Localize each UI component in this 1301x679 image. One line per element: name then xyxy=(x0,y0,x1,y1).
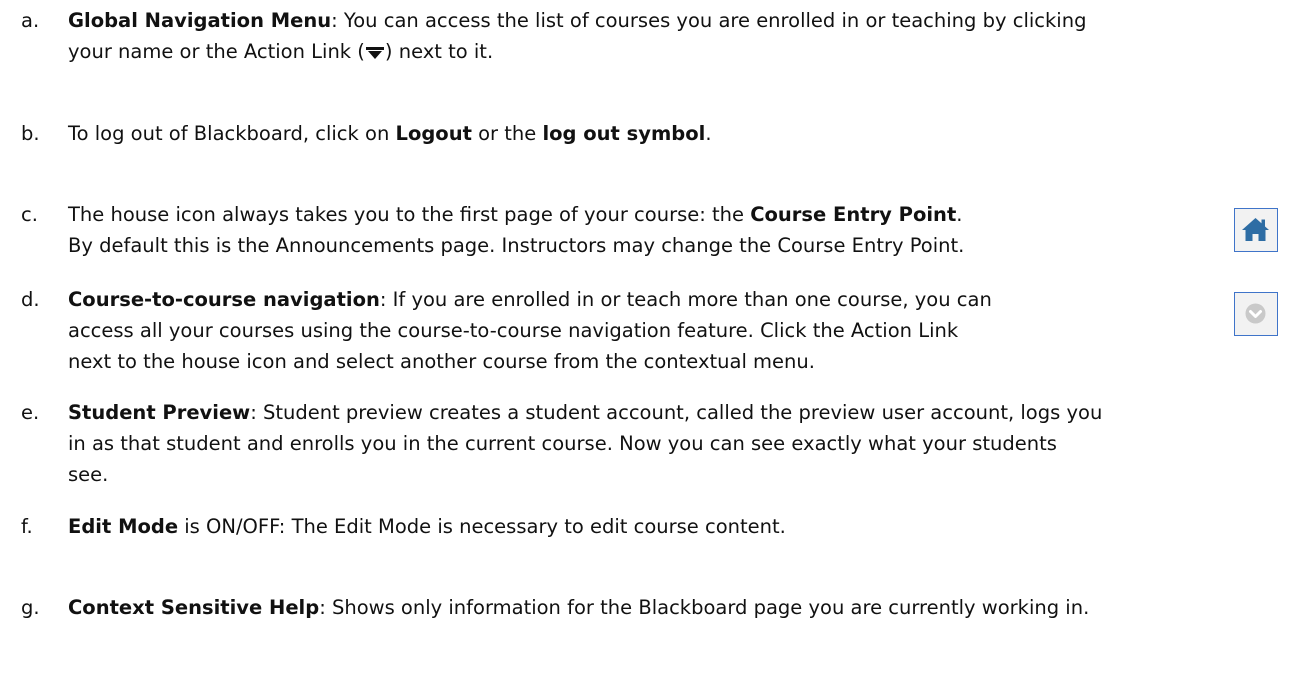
list-item-line: access all your courses using the course… xyxy=(68,319,959,342)
list-item-text: The house icon always takes you to the f… xyxy=(68,199,964,261)
list-item-line: in as that student and enrolls you in th… xyxy=(68,432,1057,455)
term-course-to-course-navigation: Course-to-course navigation xyxy=(68,288,380,311)
term-student-preview: Student Preview xyxy=(68,401,251,424)
term-context-sensitive-help: Context Sensitive Help xyxy=(68,596,320,619)
list-item-line: Edit Mode is ON/OFF: The Edit Mode is ne… xyxy=(68,515,786,538)
action-link-icon xyxy=(365,47,384,59)
list-item-line: By default this is the Announcements pag… xyxy=(68,234,965,257)
list-marker: b. xyxy=(21,122,40,145)
term-logout: Logout xyxy=(395,122,472,145)
list-item-text: Edit Mode is ON/OFF: The Edit Mode is ne… xyxy=(68,511,786,542)
house-icon xyxy=(1242,218,1269,241)
term-edit-mode: Edit Mode xyxy=(68,515,179,538)
list-marker: d. xyxy=(21,288,40,311)
list-item-text: Global Navigation Menu: You can access t… xyxy=(68,5,1086,67)
list-marker: c. xyxy=(21,203,38,226)
list-item-text: Student Preview: Student preview creates… xyxy=(68,397,1102,490)
list-marker: e. xyxy=(21,401,40,424)
list-item-line: To log out of Blackboard, click on Logou… xyxy=(68,122,712,145)
list-marker: f. xyxy=(21,515,33,538)
list-item-line: The house icon always takes you to the f… xyxy=(68,203,963,226)
term-log-out-symbol: log out symbol xyxy=(542,122,706,145)
term-course-entry-point: Course Entry Point xyxy=(750,203,957,226)
term-global-navigation-menu: Global Navigation Menu xyxy=(68,9,332,32)
list-item-line: see. xyxy=(68,463,109,486)
chevron-down-circle-icon xyxy=(1245,303,1266,324)
list-item-text: To log out of Blackboard, click on Logou… xyxy=(68,118,712,149)
list-item-text: Course-to-course navigation: If you are … xyxy=(68,284,992,377)
help-document: a. Global Navigation Menu: You can acces… xyxy=(0,0,1301,679)
list-item-line: Course-to-course navigation: If you are … xyxy=(68,288,992,311)
list-item-line: your name or the Action Link () next to … xyxy=(68,40,494,63)
house-icon-illustration xyxy=(1234,208,1278,252)
list-item-line: Student Preview: Student preview creates… xyxy=(68,401,1103,424)
list-item-line: Context Sensitive Help: Shows only infor… xyxy=(68,596,1090,619)
list-item-line: next to the house icon and select anothe… xyxy=(68,350,815,373)
list-item-line: Global Navigation Menu: You can access t… xyxy=(68,9,1087,32)
list-marker: a. xyxy=(21,9,40,32)
list-item-text: Context Sensitive Help: Shows only infor… xyxy=(68,592,1089,623)
course-menu-icon-illustration xyxy=(1234,292,1278,336)
list-marker: g. xyxy=(21,596,40,619)
